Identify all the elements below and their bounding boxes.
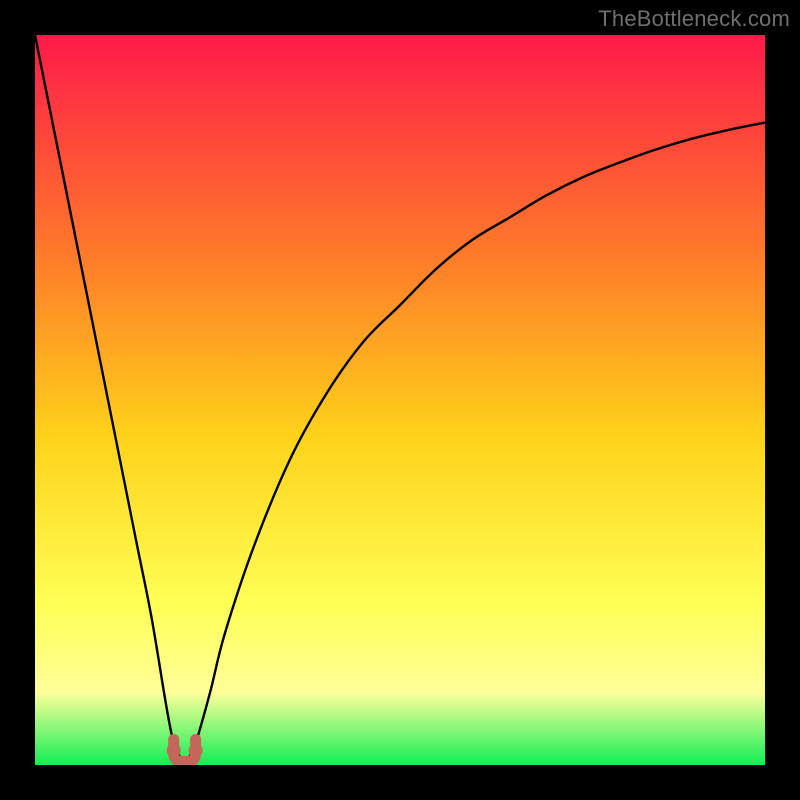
gradient-bg [35,35,765,765]
plot-area [35,35,765,765]
chart-frame: TheBottleneck.com [0,0,800,800]
watermark-text: TheBottleneck.com [598,6,790,32]
chart-svg [35,35,765,765]
